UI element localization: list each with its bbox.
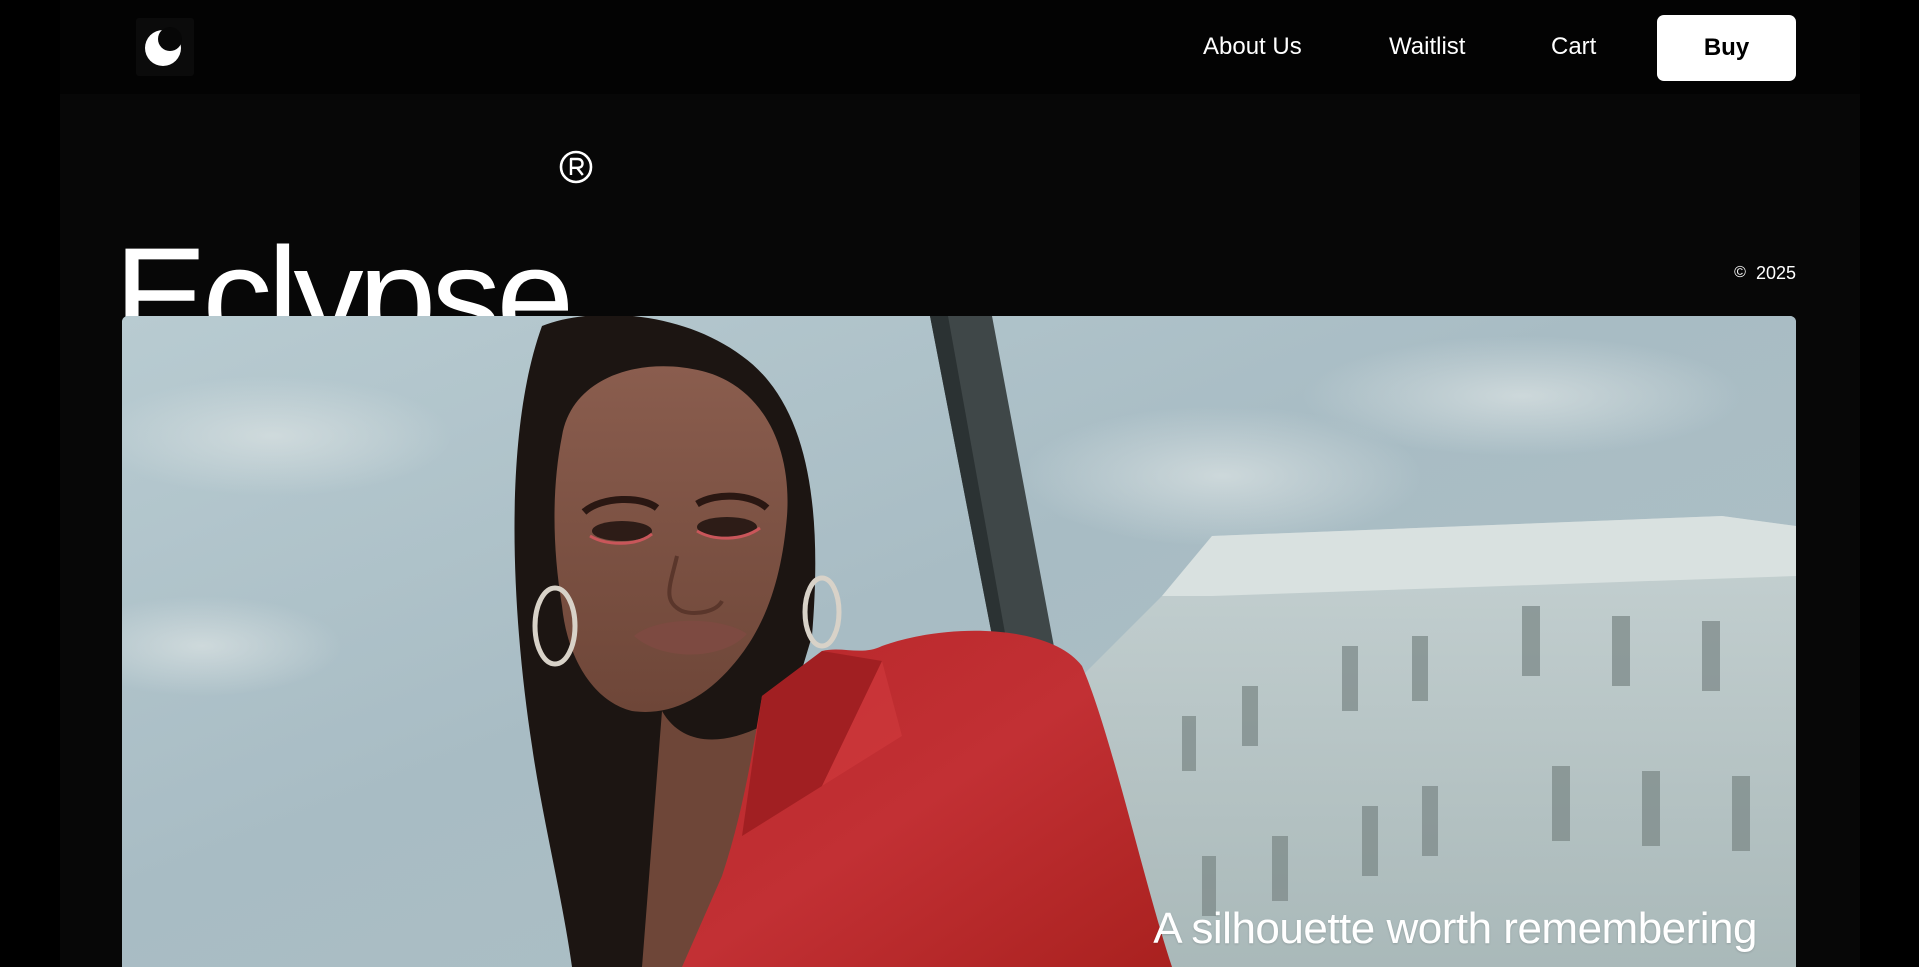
page: About Us Waitlist Cart Buy Eclypse © 202… bbox=[60, 0, 1860, 967]
crescent-logo-icon bbox=[145, 27, 182, 66]
nav-waitlist-link[interactable]: Waitlist bbox=[1389, 32, 1465, 62]
buy-button[interactable]: Buy bbox=[1657, 15, 1796, 81]
year-label: 2025 bbox=[1755, 263, 1796, 283]
top-navigation: About Us Waitlist Cart Buy bbox=[60, 0, 1860, 94]
nav-about-us-link[interactable]: About Us bbox=[1203, 32, 1302, 62]
registered-trademark-icon bbox=[559, 150, 593, 184]
copyright-year: © 2025 bbox=[1734, 262, 1796, 284]
hero-tagline: A silhouette worth remembering bbox=[1153, 904, 1757, 953]
hero-image: A silhouette worth remembering bbox=[122, 316, 1796, 967]
eclipse-logo-icon[interactable] bbox=[136, 18, 194, 76]
nav-cart-link[interactable]: Cart bbox=[1551, 32, 1596, 62]
copyright-icon: © bbox=[1734, 264, 1746, 281]
model-in-red-jacket-photo bbox=[122, 316, 1796, 967]
